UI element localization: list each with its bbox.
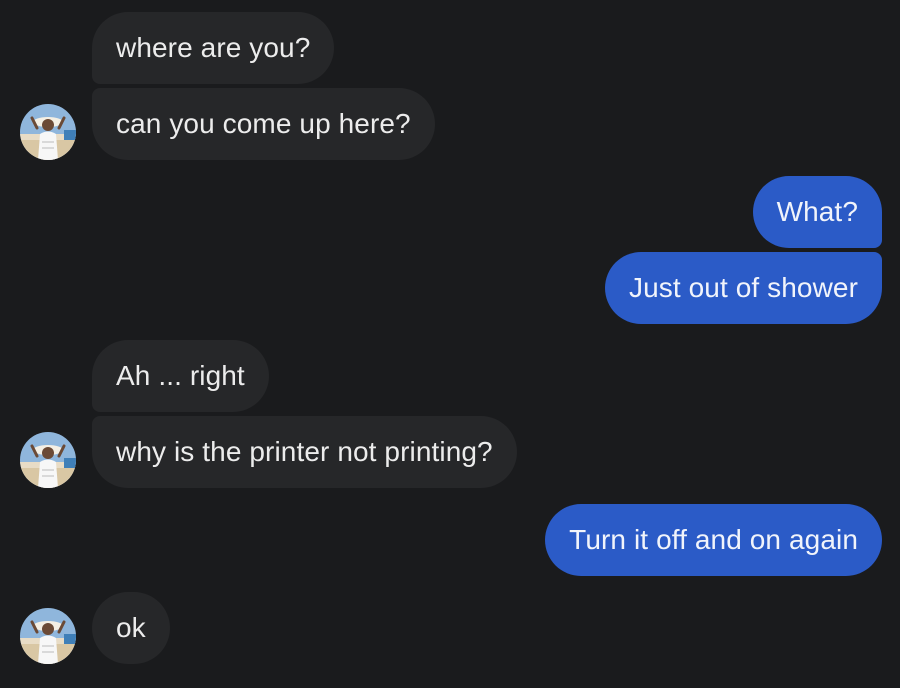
contact-avatar[interactable] bbox=[20, 104, 76, 160]
message-incoming[interactable]: ok bbox=[92, 592, 170, 664]
message-incoming[interactable]: why is the printer not printing? bbox=[92, 416, 517, 488]
message-text: can you come up here? bbox=[116, 108, 411, 139]
message-outgoing[interactable]: What? bbox=[752, 176, 882, 248]
contact-avatar-photo-icon bbox=[20, 432, 76, 488]
contact-avatar[interactable] bbox=[20, 608, 76, 664]
message-text: Ah ... right bbox=[116, 360, 245, 391]
message-outgoing[interactable]: Turn it off and on again bbox=[545, 504, 882, 576]
conversation-thread: where are you? can you come up here? Wha… bbox=[0, 0, 900, 688]
message-outgoing[interactable]: Just out of shower bbox=[604, 252, 882, 324]
contact-avatar-photo-icon bbox=[20, 608, 76, 664]
message-incoming[interactable]: Ah ... right bbox=[92, 340, 269, 412]
contact-avatar-photo-icon bbox=[20, 104, 76, 160]
contact-avatar[interactable] bbox=[20, 432, 76, 488]
message-text: why is the printer not printing? bbox=[116, 436, 493, 467]
message-text: What? bbox=[776, 196, 858, 227]
message-text: where are you? bbox=[116, 32, 311, 63]
message-text: ok bbox=[116, 612, 146, 643]
message-incoming[interactable]: can you come up here? bbox=[92, 88, 435, 160]
message-text: Just out of shower bbox=[628, 272, 858, 303]
message-text: Turn it off and on again bbox=[569, 524, 858, 555]
message-incoming[interactable]: where are you? bbox=[92, 12, 335, 84]
